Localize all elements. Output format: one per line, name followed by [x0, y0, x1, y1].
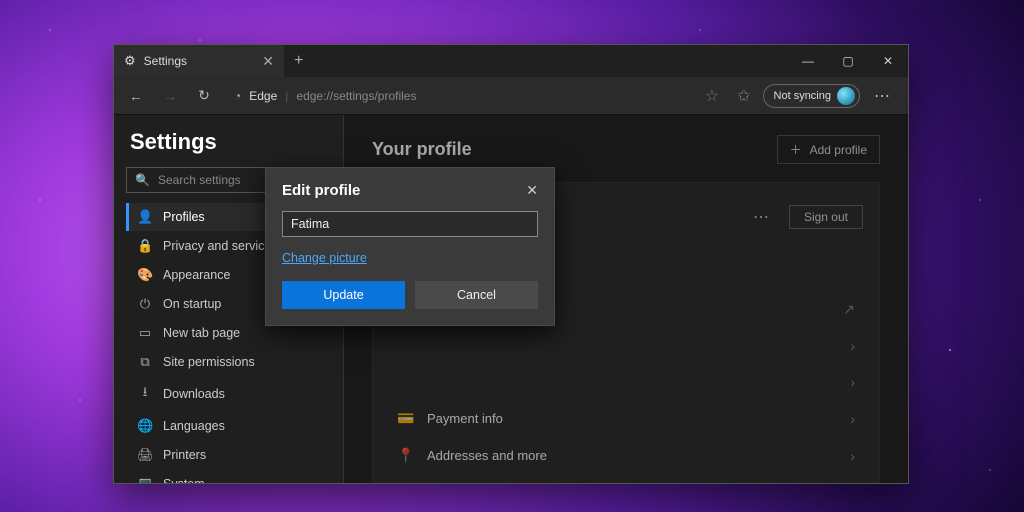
forward-button[interactable]: → [156, 82, 184, 110]
cancel-button[interactable]: Cancel [415, 281, 538, 309]
sidebar-item-label: Languages [163, 419, 225, 433]
sidebar-item-icon: 🎨 [137, 267, 153, 283]
sidebar-item-downloads[interactable]: ⭳ Downloads [126, 377, 331, 411]
more-menu-button[interactable]: ⋯ [866, 86, 900, 106]
sidebar-item-icon: 🔒 [137, 238, 153, 254]
tab-bar: ⚙ Settings ✕ + — ▢ ✕ [114, 45, 908, 77]
refresh-button[interactable]: ↻ [190, 82, 218, 110]
gear-icon: ⚙ [124, 53, 136, 69]
sidebar-item-label: Appearance [163, 268, 230, 282]
toolbar: ← → ↻ ◔ Edge | edge://settings/profiles … [114, 77, 908, 115]
dialog-close-icon[interactable]: ✕ [526, 182, 538, 199]
sidebar-item-languages[interactable]: 🌐 Languages [126, 412, 331, 440]
sidebar-item-icon: ▭ [137, 325, 153, 341]
edge-logo-icon: ◔ [234, 89, 241, 103]
profile-name-input[interactable] [282, 211, 538, 237]
profile-avatar-icon [837, 87, 855, 105]
sidebar-item-label: On startup [163, 297, 221, 311]
minimize-button[interactable]: — [788, 46, 828, 76]
sidebar-item-printers[interactable]: 🖨 Printers [126, 441, 331, 469]
search-placeholder: Search settings [158, 173, 241, 187]
sidebar-item-icon: ⧉ [137, 354, 153, 370]
dialog-title: Edit profile [282, 182, 360, 199]
sidebar-item-system[interactable]: 💻 System [126, 470, 331, 483]
favorite-icon[interactable]: ☆ [699, 86, 725, 106]
close-window-button[interactable]: ✕ [868, 46, 908, 76]
change-picture-link[interactable]: Change picture [282, 251, 367, 265]
sync-status-label: Not syncing [774, 90, 831, 102]
tab-title: Settings [144, 54, 187, 68]
new-tab-button[interactable]: + [284, 52, 313, 70]
sidebar-item-label: Printers [163, 448, 206, 462]
sidebar-item-label: Profiles [163, 210, 205, 224]
sidebar-heading: Settings [126, 129, 331, 155]
sidebar-item-icon: 👤 [137, 209, 153, 225]
sidebar-item-label: New tab page [163, 326, 240, 340]
address-bar[interactable]: ◔ Edge | edge://settings/profiles [224, 83, 693, 109]
sidebar-item-icon: ⏻ [137, 296, 153, 312]
sync-profile-pill[interactable]: Not syncing [763, 84, 860, 108]
edit-profile-dialog: Edit profile ✕ Change picture Update Can… [265, 167, 555, 326]
maximize-button[interactable]: ▢ [828, 46, 868, 76]
window-controls: — ▢ ✕ [788, 46, 908, 76]
address-url: edge://settings/profiles [296, 89, 416, 103]
sidebar-item-icon: 💻 [137, 476, 153, 483]
sidebar-item-icon: 🌐 [137, 418, 153, 434]
sidebar-item-label: System [163, 477, 205, 483]
address-brand: Edge [249, 89, 277, 103]
search-icon: 🔍 [135, 173, 150, 187]
sidebar-item-site-permissions[interactable]: ⧉ Site permissions [126, 348, 331, 376]
sidebar-item-label: Privacy and services [163, 239, 278, 253]
sidebar-item-icon: 🖨 [137, 447, 153, 463]
sidebar-item-label: Downloads [163, 387, 225, 401]
tab-settings[interactable]: ⚙ Settings ✕ [114, 45, 284, 77]
sidebar-item-icon: ⭳ [137, 383, 153, 405]
favorites-list-icon[interactable]: ✩ [731, 86, 756, 106]
back-button[interactable]: ← [122, 82, 150, 110]
close-tab-icon[interactable]: ✕ [262, 53, 274, 70]
update-button[interactable]: Update [282, 281, 405, 309]
sidebar-item-label: Site permissions [163, 355, 255, 369]
